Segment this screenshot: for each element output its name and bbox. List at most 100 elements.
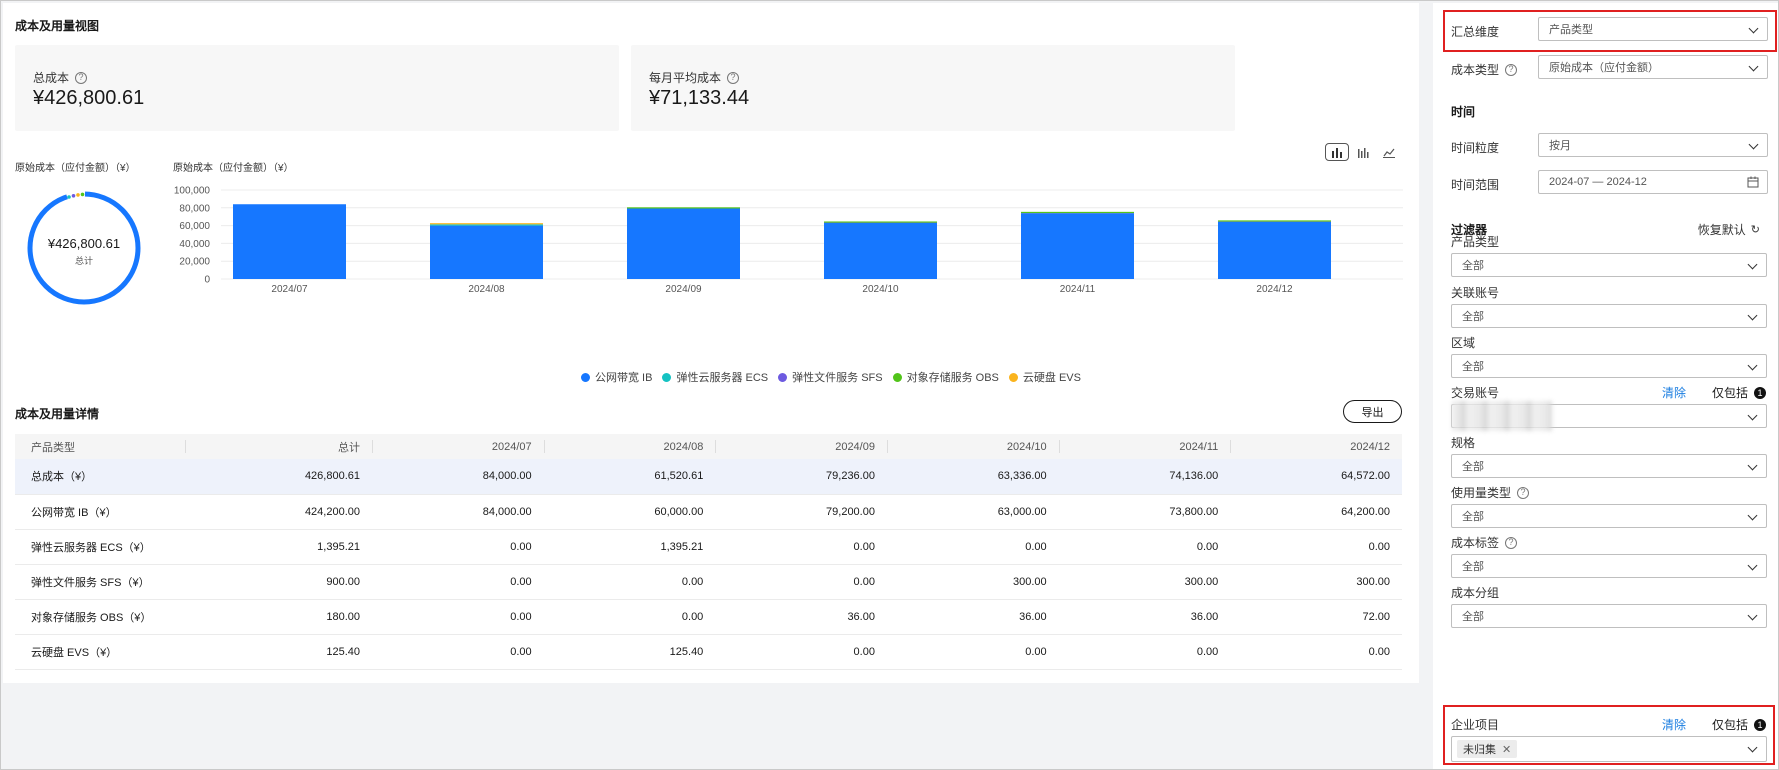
col-header: 产品类型 xyxy=(15,434,185,459)
legend-item-ib[interactable]: 公网带宽 IB xyxy=(581,369,652,385)
bar-segment[interactable] xyxy=(233,204,346,279)
y-tick-label: 100,000 xyxy=(174,186,211,197)
chevron-down-icon xyxy=(1747,310,1758,321)
filter-label-text: 使用量类型 xyxy=(1451,486,1512,500)
filter-select[interactable]: 全部 xyxy=(1451,504,1767,528)
help-icon[interactable]: ? xyxy=(1505,63,1518,76)
filter-select[interactable]: 全部 xyxy=(1451,454,1767,478)
filter-select[interactable]: 全部 xyxy=(1451,604,1767,628)
table-header-row: 产品类型 总计 2024/07 2024/08 2024/09 2024/10 … xyxy=(15,434,1402,459)
cell-value: 63,336.00 xyxy=(886,459,1059,495)
range-picker[interactable]: 2024-07 — 2024-12 xyxy=(1538,170,1768,194)
filter-label: 关联账号 xyxy=(1451,284,1499,301)
cell-value: 426,800.61 xyxy=(185,459,372,495)
grouped-bar-icon[interactable] xyxy=(1351,143,1375,161)
chevron-down-icon xyxy=(1748,139,1759,150)
summary-dim-select[interactable]: 产品类型 xyxy=(1538,17,1768,41)
overview-title: 成本及用量视图 xyxy=(15,19,100,33)
cell-value: 0.00 xyxy=(1230,634,1402,670)
table-row: 云硬盘 EVS（¥） 125.40 0.00 125.40 0.00 0.00 0.00 0.… xyxy=(15,634,1402,670)
cost-type-select[interactable]: 原始成本（应付金额） xyxy=(1538,55,1768,79)
help-icon[interactable]: ? xyxy=(1505,536,1518,549)
donut-seg-ecs xyxy=(67,195,71,199)
cell-value: 73,800.00 xyxy=(1058,494,1231,530)
x-tick-label: 2024/08 xyxy=(468,284,505,295)
clear-link[interactable]: 清除 xyxy=(1662,384,1686,401)
enterprise-select[interactable]: 未归集 ✕ xyxy=(1451,736,1767,762)
bar-segment[interactable] xyxy=(1021,213,1134,279)
bar-chart-title: 原始成本（应付金额）（¥） xyxy=(173,163,294,174)
filter-select[interactable]: 全部 xyxy=(1451,304,1767,328)
enterprise-actions: 清除 仅包括 1 xyxy=(1662,716,1766,733)
cell-value: 74,136.00 xyxy=(1058,459,1231,495)
chevron-down-icon xyxy=(1747,560,1758,571)
table-body: 总成本（¥） 426,800.61 84,000.00 61,520.61 79,236… xyxy=(15,459,1402,670)
export-button[interactable]: 导出 xyxy=(1343,400,1402,423)
legend-item-obs[interactable]: 对象存储服务 OBS xyxy=(892,369,999,385)
blurred-account xyxy=(1452,401,1552,431)
row-label: 云硬盘 EVS（¥） xyxy=(15,634,185,670)
legend-item-ecs[interactable]: 弹性云服务器 ECS xyxy=(662,369,768,385)
bar-segment[interactable] xyxy=(627,208,740,279)
clear-link[interactable]: 清除 xyxy=(1662,716,1686,733)
label-text: 成本类型 xyxy=(1451,63,1500,77)
filter-select[interactable]: 全部 xyxy=(1451,554,1767,578)
close-icon[interactable]: ✕ xyxy=(1502,743,1511,756)
cell-value: 125.40 xyxy=(185,634,372,670)
help-icon[interactable]: ? xyxy=(75,71,88,84)
legend-item-evs[interactable]: 云硬盘 EVS xyxy=(1008,369,1081,385)
bar-segment[interactable] xyxy=(824,222,937,279)
filter-select[interactable]: 全部 xyxy=(1451,354,1767,378)
table-row: 弹性文件服务 SFS（¥） 900.00 0.00 0.00 0.00 300.00 300… xyxy=(15,564,1402,600)
legend-item-sfs[interactable]: 弹性文件服务 SFS xyxy=(778,369,883,385)
bar-segment[interactable] xyxy=(627,207,740,209)
filter-label: 产品类型 xyxy=(1451,233,1499,250)
cell-value: 180.00 xyxy=(185,599,372,635)
bar-segment[interactable] xyxy=(1218,220,1331,222)
filter-label-text: 成本标签 xyxy=(1451,536,1500,550)
chevron-down-icon xyxy=(1748,61,1759,72)
filter-select[interactable]: 全部 xyxy=(1451,253,1767,277)
y-tick-label: 80,000 xyxy=(179,203,210,214)
bar-segment[interactable] xyxy=(824,221,937,223)
cell-value: 79,236.00 xyxy=(715,459,887,495)
help-icon[interactable]: ? xyxy=(1517,486,1530,499)
help-icon[interactable]: ? xyxy=(727,71,740,84)
monthly-avg-label: 每月平均成本 xyxy=(649,71,722,85)
reset-button[interactable]: 恢复默认 ↻ xyxy=(1698,221,1760,238)
chevron-down-icon xyxy=(1748,23,1759,34)
filter-label-text: 规格 xyxy=(1451,436,1476,450)
select-value: 全部 xyxy=(1462,561,1484,573)
legend-label: 弹性文件服务 SFS xyxy=(792,372,883,384)
stacked-bar-icon[interactable] xyxy=(1325,143,1349,161)
donut-center-label: 总计 xyxy=(74,256,93,266)
table-row: 弹性云服务器 ECS（¥） 1,395.21 0.00 1,395.21 0.00 0.0… xyxy=(15,529,1402,565)
line-chart-icon[interactable] xyxy=(1377,143,1401,161)
bar-segment[interactable] xyxy=(430,224,543,226)
cell-value: 36.00 xyxy=(886,599,1059,635)
filter-label-text: 交易账号 xyxy=(1451,386,1500,400)
cell-value: 300.00 xyxy=(1230,564,1402,600)
cell-value: 0.00 xyxy=(715,634,887,670)
monthly-avg-value: ¥71,133.44 xyxy=(649,87,750,109)
cell-value: 72.00 xyxy=(1230,599,1402,635)
chart-type-toggle xyxy=(1325,143,1401,161)
granularity-select[interactable]: 按月 xyxy=(1538,133,1768,157)
y-tick-label: 40,000 xyxy=(179,239,210,250)
row-label: 弹性文件服务 SFS（¥） xyxy=(15,564,185,600)
bar-segment[interactable] xyxy=(430,223,543,225)
monthly-avg-card: 每月平均成本? ¥71,133.44 xyxy=(631,45,1235,131)
filter-select[interactable] xyxy=(1451,401,1767,431)
y-tick-label: 0 xyxy=(204,275,210,286)
only-include-label: 仅包括 xyxy=(1711,386,1748,400)
cell-value: 1,395.21 xyxy=(543,529,716,565)
cell-value: 0.00 xyxy=(372,564,544,600)
bar-segment[interactable] xyxy=(430,225,543,279)
bar-segment[interactable] xyxy=(1218,221,1331,279)
chart-legend: 公网带宽 IB 弹性云服务器 ECS 弹性文件服务 SFS 对象存储服务 OBS… xyxy=(581,369,1081,385)
donut-seg-evs xyxy=(76,193,80,197)
cell-value: 300.00 xyxy=(886,564,1059,600)
bar-segment[interactable] xyxy=(1021,211,1134,214)
chevron-down-icon xyxy=(1747,610,1758,621)
chevron-down-icon xyxy=(1747,410,1758,421)
